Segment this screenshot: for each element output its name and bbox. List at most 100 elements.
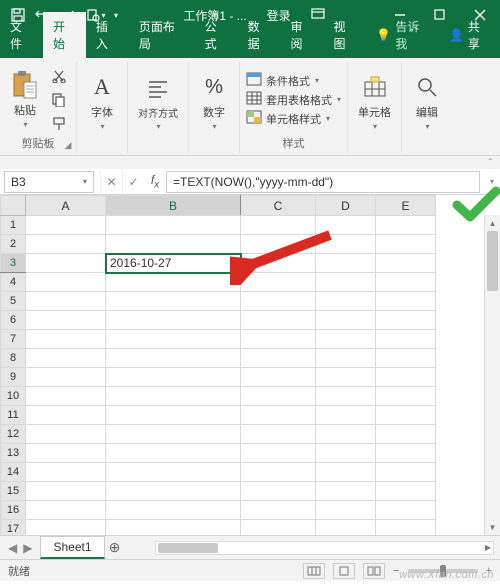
cell[interactable] bbox=[106, 406, 241, 425]
cell[interactable] bbox=[241, 444, 316, 463]
select-all-corner[interactable] bbox=[1, 196, 26, 216]
cell[interactable] bbox=[316, 330, 376, 349]
cell[interactable] bbox=[241, 273, 316, 292]
tab-file[interactable]: 文件 bbox=[0, 12, 43, 58]
tab-formulas[interactable]: 公式 bbox=[195, 12, 238, 58]
number-format-button[interactable]: % 数字▾ bbox=[195, 70, 233, 133]
cells-button[interactable]: 单元格▾ bbox=[354, 70, 395, 133]
tab-insert[interactable]: 插入 bbox=[86, 12, 129, 58]
cell[interactable] bbox=[106, 216, 241, 235]
cell[interactable] bbox=[376, 520, 436, 536]
scroll-thumb[interactable] bbox=[487, 231, 498, 291]
tab-home[interactable]: 开始 bbox=[43, 12, 86, 58]
cell[interactable] bbox=[26, 349, 106, 368]
cell[interactable] bbox=[106, 520, 241, 536]
alignment-button[interactable]: 对齐方式▾ bbox=[134, 71, 182, 133]
view-page-layout-icon[interactable] bbox=[333, 563, 355, 579]
cell[interactable] bbox=[26, 235, 106, 254]
format-painter-icon[interactable] bbox=[48, 113, 70, 135]
col-header-c[interactable]: C bbox=[241, 196, 316, 216]
editing-button[interactable]: 编辑▾ bbox=[408, 70, 446, 133]
cell[interactable] bbox=[316, 406, 376, 425]
row-header[interactable]: 17 bbox=[1, 520, 26, 536]
cell[interactable] bbox=[26, 273, 106, 292]
cell[interactable] bbox=[376, 387, 436, 406]
cell[interactable] bbox=[26, 406, 106, 425]
row-header[interactable]: 4 bbox=[1, 273, 26, 292]
paste-button[interactable]: 粘贴▾ bbox=[6, 68, 44, 131]
row-header[interactable]: 8 bbox=[1, 349, 26, 368]
cell[interactable] bbox=[376, 444, 436, 463]
chevron-down-icon[interactable]: ▾ bbox=[83, 177, 87, 186]
cell[interactable] bbox=[26, 482, 106, 501]
next-sheet-icon[interactable]: ▶ bbox=[23, 541, 32, 555]
row-header[interactable]: 12 bbox=[1, 425, 26, 444]
cell[interactable] bbox=[26, 330, 106, 349]
scroll-up-icon[interactable]: ▲ bbox=[485, 215, 500, 231]
cell[interactable] bbox=[241, 482, 316, 501]
row-header[interactable]: 15 bbox=[1, 482, 26, 501]
cell[interactable] bbox=[26, 463, 106, 482]
cell[interactable] bbox=[316, 387, 376, 406]
cell[interactable] bbox=[241, 406, 316, 425]
zoom-out-icon[interactable]: − bbox=[393, 565, 399, 577]
fx-icon[interactable]: fx bbox=[144, 173, 166, 190]
sheet-nav[interactable]: ◀▶ bbox=[0, 541, 40, 555]
spreadsheet-grid[interactable]: A B C D E 1232016-10-2745678910111213141… bbox=[0, 195, 436, 535]
horizontal-scrollbar[interactable]: ◀ ▶ bbox=[155, 541, 494, 555]
cell[interactable] bbox=[376, 463, 436, 482]
row-header[interactable]: 9 bbox=[1, 368, 26, 387]
cell[interactable] bbox=[376, 311, 436, 330]
cell[interactable] bbox=[106, 425, 241, 444]
col-header-e[interactable]: E bbox=[376, 196, 436, 216]
share-button[interactable]: 👤共享 bbox=[439, 12, 500, 58]
row-header[interactable]: 1 bbox=[1, 216, 26, 235]
cell[interactable] bbox=[241, 368, 316, 387]
cell[interactable] bbox=[241, 387, 316, 406]
cell[interactable] bbox=[376, 482, 436, 501]
cell[interactable] bbox=[316, 216, 376, 235]
cell[interactable] bbox=[26, 216, 106, 235]
row-header[interactable]: 6 bbox=[1, 311, 26, 330]
cell[interactable] bbox=[376, 254, 436, 273]
cell[interactable] bbox=[241, 216, 316, 235]
cell[interactable] bbox=[106, 349, 241, 368]
enter-formula-icon[interactable]: ✓ bbox=[122, 171, 144, 193]
cell[interactable] bbox=[26, 444, 106, 463]
cell[interactable] bbox=[106, 292, 241, 311]
cell[interactable] bbox=[376, 425, 436, 444]
tab-page-layout[interactable]: 页面布局 bbox=[129, 12, 195, 58]
cell[interactable] bbox=[316, 482, 376, 501]
cell[interactable] bbox=[106, 273, 241, 292]
view-page-break-icon[interactable] bbox=[363, 563, 385, 579]
cell[interactable] bbox=[241, 425, 316, 444]
cell[interactable] bbox=[241, 330, 316, 349]
zoom-knob[interactable] bbox=[440, 565, 446, 577]
cell[interactable] bbox=[376, 349, 436, 368]
tell-me[interactable]: 💡告诉我 bbox=[366, 12, 439, 58]
cell[interactable]: 2016-10-27 bbox=[106, 254, 241, 273]
cell[interactable] bbox=[106, 444, 241, 463]
cell[interactable] bbox=[26, 387, 106, 406]
cell[interactable] bbox=[106, 235, 241, 254]
cell[interactable] bbox=[26, 520, 106, 536]
cell[interactable] bbox=[316, 235, 376, 254]
cell[interactable] bbox=[316, 254, 376, 273]
cell[interactable] bbox=[376, 406, 436, 425]
copy-icon[interactable] bbox=[48, 89, 70, 111]
row-header[interactable]: 7 bbox=[1, 330, 26, 349]
scroll-down-icon[interactable]: ▼ bbox=[485, 519, 500, 535]
cell[interactable] bbox=[316, 463, 376, 482]
cell[interactable] bbox=[106, 463, 241, 482]
col-header-b[interactable]: B bbox=[106, 196, 241, 216]
cell[interactable] bbox=[241, 463, 316, 482]
cell[interactable] bbox=[316, 311, 376, 330]
cell-styles-button[interactable]: 单元格样式▾ bbox=[246, 110, 341, 127]
cell[interactable] bbox=[376, 292, 436, 311]
cell[interactable] bbox=[26, 501, 106, 520]
cell[interactable] bbox=[241, 520, 316, 536]
cell[interactable] bbox=[26, 368, 106, 387]
cell[interactable] bbox=[376, 368, 436, 387]
tab-view[interactable]: 视图 bbox=[323, 12, 366, 58]
cell[interactable] bbox=[241, 254, 316, 273]
